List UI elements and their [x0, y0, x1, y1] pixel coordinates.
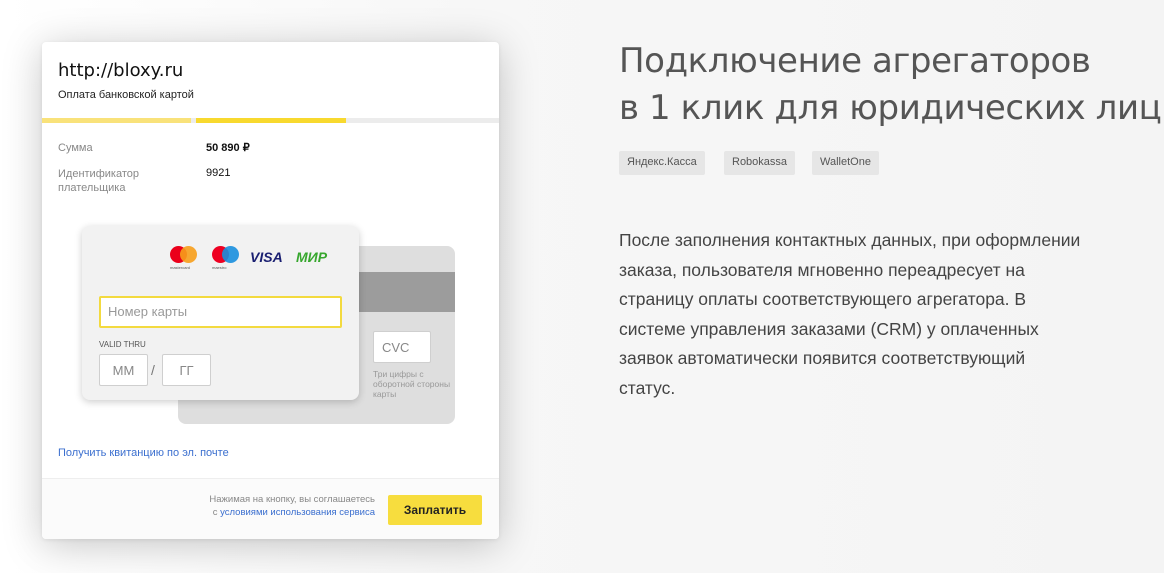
description-line: заказа, пользователя мгновенно переадрес…	[619, 259, 1025, 280]
payer-id-value: 9921	[206, 167, 231, 179]
mir-logo: МИР	[296, 249, 328, 265]
amount-label: Сумма	[58, 142, 93, 154]
description-line: заявок автоматически появится соответств…	[619, 348, 1026, 368]
card-front: mastercard maestro VISA МИР Номер карты …	[82, 226, 359, 400]
card-number-input[interactable]: Номер карты	[99, 296, 342, 328]
heading-line-2: в 1 клик для юридических лиц	[619, 88, 1162, 128]
valid-thru-label: VALID THRU	[99, 340, 146, 349]
maestro-logo: maestro	[212, 246, 240, 270]
visa-logo: VISA	[250, 249, 283, 265]
payer-id-label: Идентификатор плательщика	[58, 167, 139, 195]
description-line: системе управления заказами (CRM) у опла…	[619, 318, 1039, 339]
progress-bar	[42, 118, 499, 123]
progress-step-1	[42, 118, 191, 123]
description-line: статус.	[619, 377, 676, 398]
payment-widget: http://bloxy.ru Оплата банковской картой…	[42, 42, 499, 539]
mastercard-caption: mastercard	[170, 265, 191, 270]
terms-text-line2: с условиями использования сервиса	[213, 507, 375, 518]
payer-id-label-line1: Идентификатор	[58, 168, 139, 180]
tag-walletone: WalletOne	[812, 151, 879, 175]
terms-link[interactable]: условиями использования сервиса	[220, 507, 375, 518]
cvc-hint: Три цифры с оборотной стороны карты	[373, 369, 451, 399]
widget-footer: Нажимая на кнопку, вы соглашаетесь с усл…	[42, 478, 499, 539]
cvc-input[interactable]: CVC	[373, 331, 431, 363]
payment-system-logos: mastercard maestro VISA МИР	[170, 246, 340, 270]
terms-prefix: с	[212, 507, 218, 518]
mastercard-logo: mastercard	[170, 246, 198, 270]
terms-text: Нажимая на кнопку, вы соглашаетесь	[209, 494, 375, 505]
heading-line-1: Подключение агрегаторов	[619, 41, 1091, 81]
expiry-separator: /	[151, 362, 155, 378]
expiry-month-input[interactable]: ММ	[99, 354, 148, 386]
tag-robokassa: Robokassa	[724, 151, 796, 175]
description-line: страницу оплаты соответствующего агрегат…	[619, 289, 1027, 309]
payment-method-title: Оплата банковской картой	[58, 89, 194, 101]
merchant-url: http://bloxy.ru	[58, 60, 184, 81]
tag-yandex-kassa: Яндекс.Касса	[619, 151, 705, 175]
payer-id-label-line2: плательщика	[58, 182, 126, 194]
progress-step-2	[196, 118, 346, 123]
description-text: После заполнения контактных данных, при …	[619, 226, 1164, 403]
email-receipt-link[interactable]: Получить квитанцию по эл. почте	[58, 447, 229, 459]
description-line: После заполнения контактных данных, при …	[619, 230, 1081, 250]
amount-value: 50 890 ₽	[206, 142, 250, 154]
expiry-year-input[interactable]: ГГ	[162, 354, 211, 386]
maestro-caption: maestro	[212, 265, 227, 270]
pay-button[interactable]: Заплатить	[388, 495, 482, 525]
page-heading: Подключение агрегаторов в 1 клик для юри…	[619, 38, 1162, 132]
